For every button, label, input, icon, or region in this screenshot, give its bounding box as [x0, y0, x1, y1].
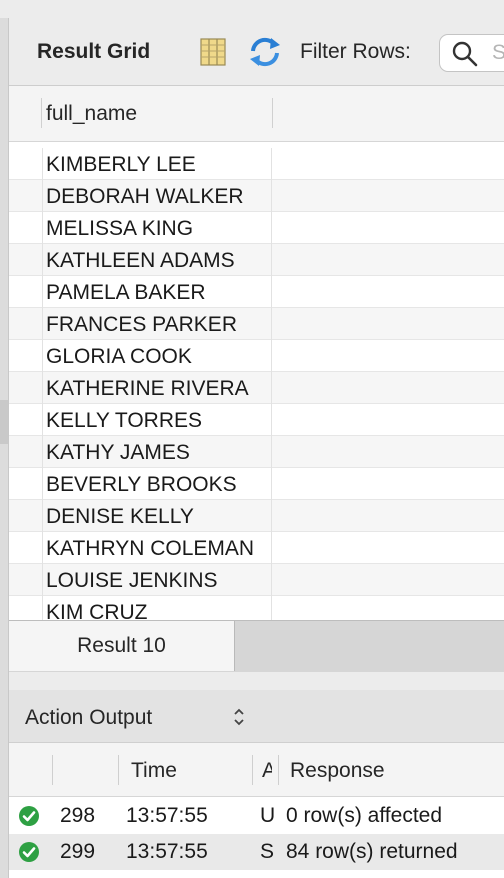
row-selector-cell[interactable] [9, 340, 43, 372]
full-name-cell[interactable]: KIM CRUZ [42, 596, 272, 620]
table-row[interactable]: KIMBERLY LEE [9, 148, 504, 180]
full-name-cell[interactable]: DEBORAH WALKER [42, 180, 272, 212]
table-row[interactable]: KATHERINE RIVERA [9, 372, 504, 404]
row-selector-cell[interactable] [9, 372, 43, 404]
search-icon [452, 41, 478, 67]
result-grid[interactable]: full_name KIMBERLY LEE DEBORAH WALKER MELI… [9, 86, 504, 620]
filter-rows-label: Filter Rows: [300, 40, 411, 63]
row-selector-cell[interactable] [9, 212, 43, 244]
row-selector-cell[interactable] [9, 308, 43, 340]
row-selector-cell[interactable] [9, 500, 43, 532]
refresh-icon[interactable] [247, 35, 283, 69]
full-name-cell[interactable]: KIMBERLY LEE [42, 148, 272, 180]
full-name-cell[interactable]: KATHERINE RIVERA [42, 372, 272, 404]
action-output-column-headers: Time A Response [9, 743, 504, 797]
table-row[interactable]: KATHLEEN ADAMS [9, 244, 504, 276]
tab-result-10[interactable]: Result 10 [9, 621, 235, 671]
table-row[interactable]: MELISSA KING [9, 212, 504, 244]
action-output-selector[interactable]: Action Output [25, 706, 152, 730]
row-selector-cell[interactable] [9, 276, 43, 308]
full-name-cell[interactable]: DENISE KELLY [42, 500, 272, 532]
full-name-cell[interactable]: GLORIA COOK [42, 340, 272, 372]
filter-rows-search-input[interactable]: S [439, 34, 504, 72]
action-text: S [260, 840, 274, 863]
table-row[interactable]: KELLY TORRES [9, 404, 504, 436]
column-header-time[interactable]: Time [131, 759, 177, 783]
action-number: 298 [60, 804, 96, 827]
full-name-cell[interactable]: PAMELA BAKER [42, 276, 272, 308]
result-tab-bar: Result 10 [9, 620, 504, 673]
row-selector-cell[interactable] [9, 436, 43, 468]
full-name-cell[interactable]: KATHRYN COLEMAN [42, 532, 272, 564]
table-row[interactable]: KATHY JAMES [9, 436, 504, 468]
full-name-cell[interactable]: KELLY TORRES [42, 404, 272, 436]
grid-header-row: full_name [9, 86, 504, 142]
table-row[interactable]: DEBORAH WALKER [9, 180, 504, 212]
columns-icon[interactable] [199, 37, 227, 67]
action-time: 13:57:55 [126, 840, 208, 863]
column-header-full-name[interactable]: full_name [46, 102, 137, 126]
action-output-header: Action Output [9, 690, 504, 743]
action-text: U [260, 804, 274, 827]
action-number: 299 [60, 840, 96, 863]
row-selector-cell[interactable] [9, 404, 43, 436]
action-output-row[interactable]: 299 13:57:55 S 84 row(s) returned [9, 834, 504, 870]
full-name-cell[interactable]: KATHY JAMES [42, 436, 272, 468]
full-name-cell[interactable]: LOUISE JENKINS [42, 564, 272, 596]
full-name-cell[interactable]: FRANCES PARKER [42, 308, 272, 340]
column-header-response[interactable]: Response [290, 759, 385, 783]
left-panel-edge [0, 0, 9, 878]
search-placeholder: S [492, 41, 504, 64]
row-selector-cell[interactable] [9, 244, 43, 276]
table-row[interactable]: KIM CRUZ [9, 596, 504, 620]
row-selector-cell[interactable] [9, 468, 43, 500]
table-row[interactable]: BEVERLY BROOKS [9, 468, 504, 500]
table-row[interactable]: FRANCES PARKER [9, 308, 504, 340]
row-selector-cell[interactable] [9, 564, 43, 596]
full-name-cell[interactable]: BEVERLY BROOKS [42, 468, 272, 500]
full-name-cell[interactable]: KATHLEEN ADAMS [42, 244, 272, 276]
toolbar-top-gap [0, 0, 504, 18]
action-response: 84 row(s) returned [286, 840, 458, 863]
row-selector-cell[interactable] [9, 148, 43, 180]
grid-rows: KIMBERLY LEE DEBORAH WALKER MELISSA KING KA… [9, 148, 504, 620]
tab-result-10-label: Result 10 [77, 634, 166, 657]
up-down-chevron-icon[interactable] [232, 706, 246, 728]
row-selector-cell[interactable] [9, 180, 43, 212]
row-selector-cell[interactable] [9, 596, 43, 620]
success-check-icon [19, 806, 39, 826]
action-output-table: Time A Response 298 13:57:55 U 0 row(s) … [9, 743, 504, 878]
action-output-row[interactable]: 298 13:57:55 U 0 row(s) affected [9, 798, 504, 834]
table-row[interactable]: DENISE KELLY [9, 500, 504, 532]
full-name-cell[interactable]: MELISSA KING [42, 212, 272, 244]
table-row[interactable]: KATHRYN COLEMAN [9, 532, 504, 564]
table-row[interactable]: LOUISE JENKINS [9, 564, 504, 596]
row-selector-cell[interactable] [9, 532, 43, 564]
success-check-icon [19, 842, 39, 862]
panel-splitter[interactable] [9, 672, 504, 690]
table-row[interactable]: PAMELA BAKER [9, 276, 504, 308]
result-grid-tab-label[interactable]: Result Grid [37, 40, 150, 64]
action-time: 13:57:55 [126, 804, 208, 827]
action-response: 0 row(s) affected [286, 804, 443, 827]
column-header-action[interactable]: A [262, 759, 272, 783]
table-row[interactable]: GLORIA COOK [9, 340, 504, 372]
